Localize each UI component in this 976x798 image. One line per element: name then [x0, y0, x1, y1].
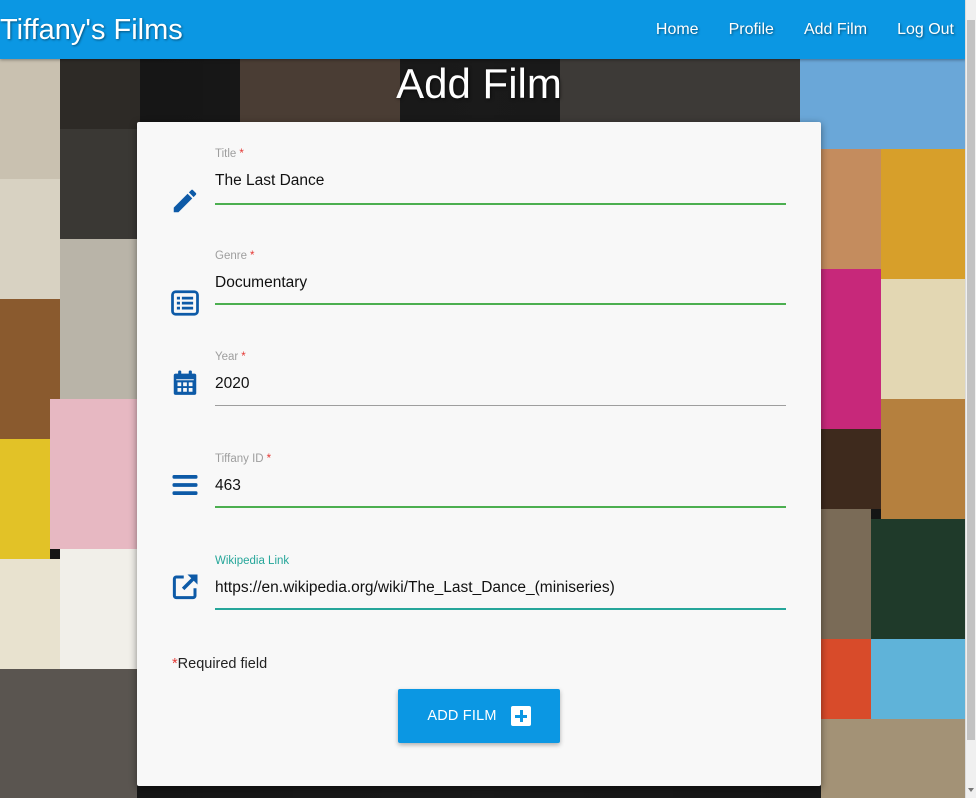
plus-icon [510, 706, 531, 726]
nav-add-film[interactable]: Add Film [804, 21, 867, 39]
genre-label: Genre * [215, 250, 255, 262]
title-underline [215, 203, 786, 205]
menu-icon [172, 475, 198, 495]
scroll-down-arrow-icon[interactable] [968, 788, 974, 792]
add-film-button[interactable]: ADD FILM [398, 689, 560, 743]
title-label: Title * [215, 148, 244, 160]
nav-profile[interactable]: Profile [729, 21, 774, 39]
brand-logo[interactable]: Tiffany's Films [0, 12, 183, 48]
wikipedia-link-field: Wikipedia Link [137, 551, 821, 641]
year-field: Year * [137, 347, 821, 437]
year-input[interactable] [215, 371, 786, 397]
scrollbar-thumb[interactable] [967, 20, 975, 740]
page-title: Add Film [396, 60, 562, 107]
calendar-icon [173, 370, 197, 395]
required-field-note: *Required field [172, 656, 268, 672]
wikipedia-link-underline [215, 608, 786, 610]
year-label: Year * [215, 351, 246, 363]
year-underline [215, 405, 786, 406]
title-field: Title * [137, 144, 821, 234]
nav-home[interactable]: Home [656, 21, 699, 39]
tiffany-id-underline [215, 506, 786, 508]
tiffany-id-field: Tiffany ID * [137, 449, 821, 539]
list-icon [171, 290, 199, 316]
page-scrollbar[interactable] [965, 0, 976, 798]
tiffany-id-label: Tiffany ID * [215, 453, 272, 465]
tiffany-id-input[interactable] [215, 473, 786, 499]
title-input[interactable] [215, 168, 786, 194]
wikipedia-link-label: Wikipedia Link [215, 555, 290, 567]
genre-field: Genre * [137, 246, 821, 336]
add-film-button-label: ADD FILM [427, 708, 497, 724]
wikipedia-link-input[interactable] [215, 575, 786, 601]
pencil-icon [173, 189, 197, 213]
nav-links: Home Profile Add Film Log Out [626, 0, 954, 59]
external-link-icon [172, 574, 198, 600]
navbar: Tiffany's Films Home Profile Add Film Lo… [0, 0, 966, 59]
genre-input[interactable] [215, 270, 786, 296]
genre-underline [215, 303, 786, 305]
nav-log-out[interactable]: Log Out [897, 21, 954, 39]
add-film-form: Title* Genre* [137, 122, 821, 786]
